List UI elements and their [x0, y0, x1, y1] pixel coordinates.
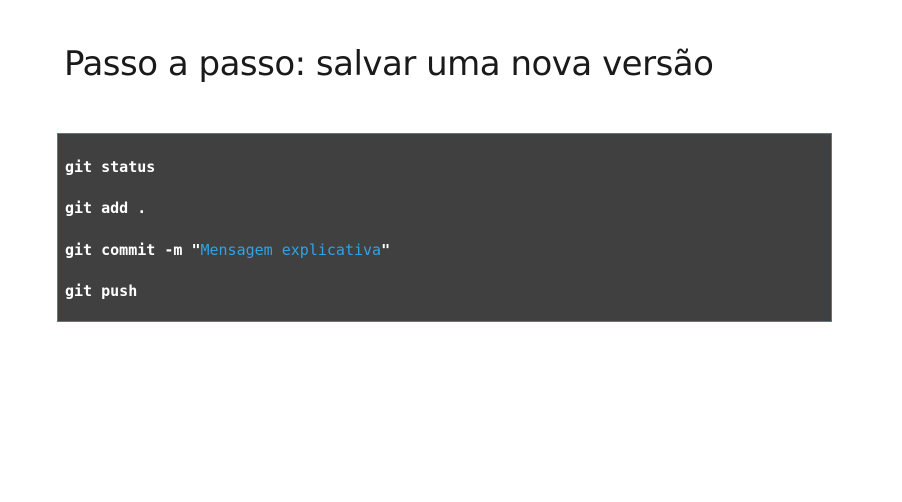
code-line-git-status: git status: [65, 158, 156, 176]
code-line-git-commit: git commit -m "Mensagem explicativa": [65, 241, 390, 259]
code-block: git status git add . git commit -m "Mens…: [57, 133, 832, 322]
quote-close: ": [381, 241, 391, 259]
commit-message-string: Mensagem explicativa: [200, 241, 382, 259]
code-line-git-push: git push: [65, 282, 138, 300]
commit-command: git commit -m: [65, 241, 192, 259]
code-line-git-add: git add .: [65, 199, 147, 217]
slide-title: Passo a passo: salvar uma nova versão: [64, 44, 714, 84]
